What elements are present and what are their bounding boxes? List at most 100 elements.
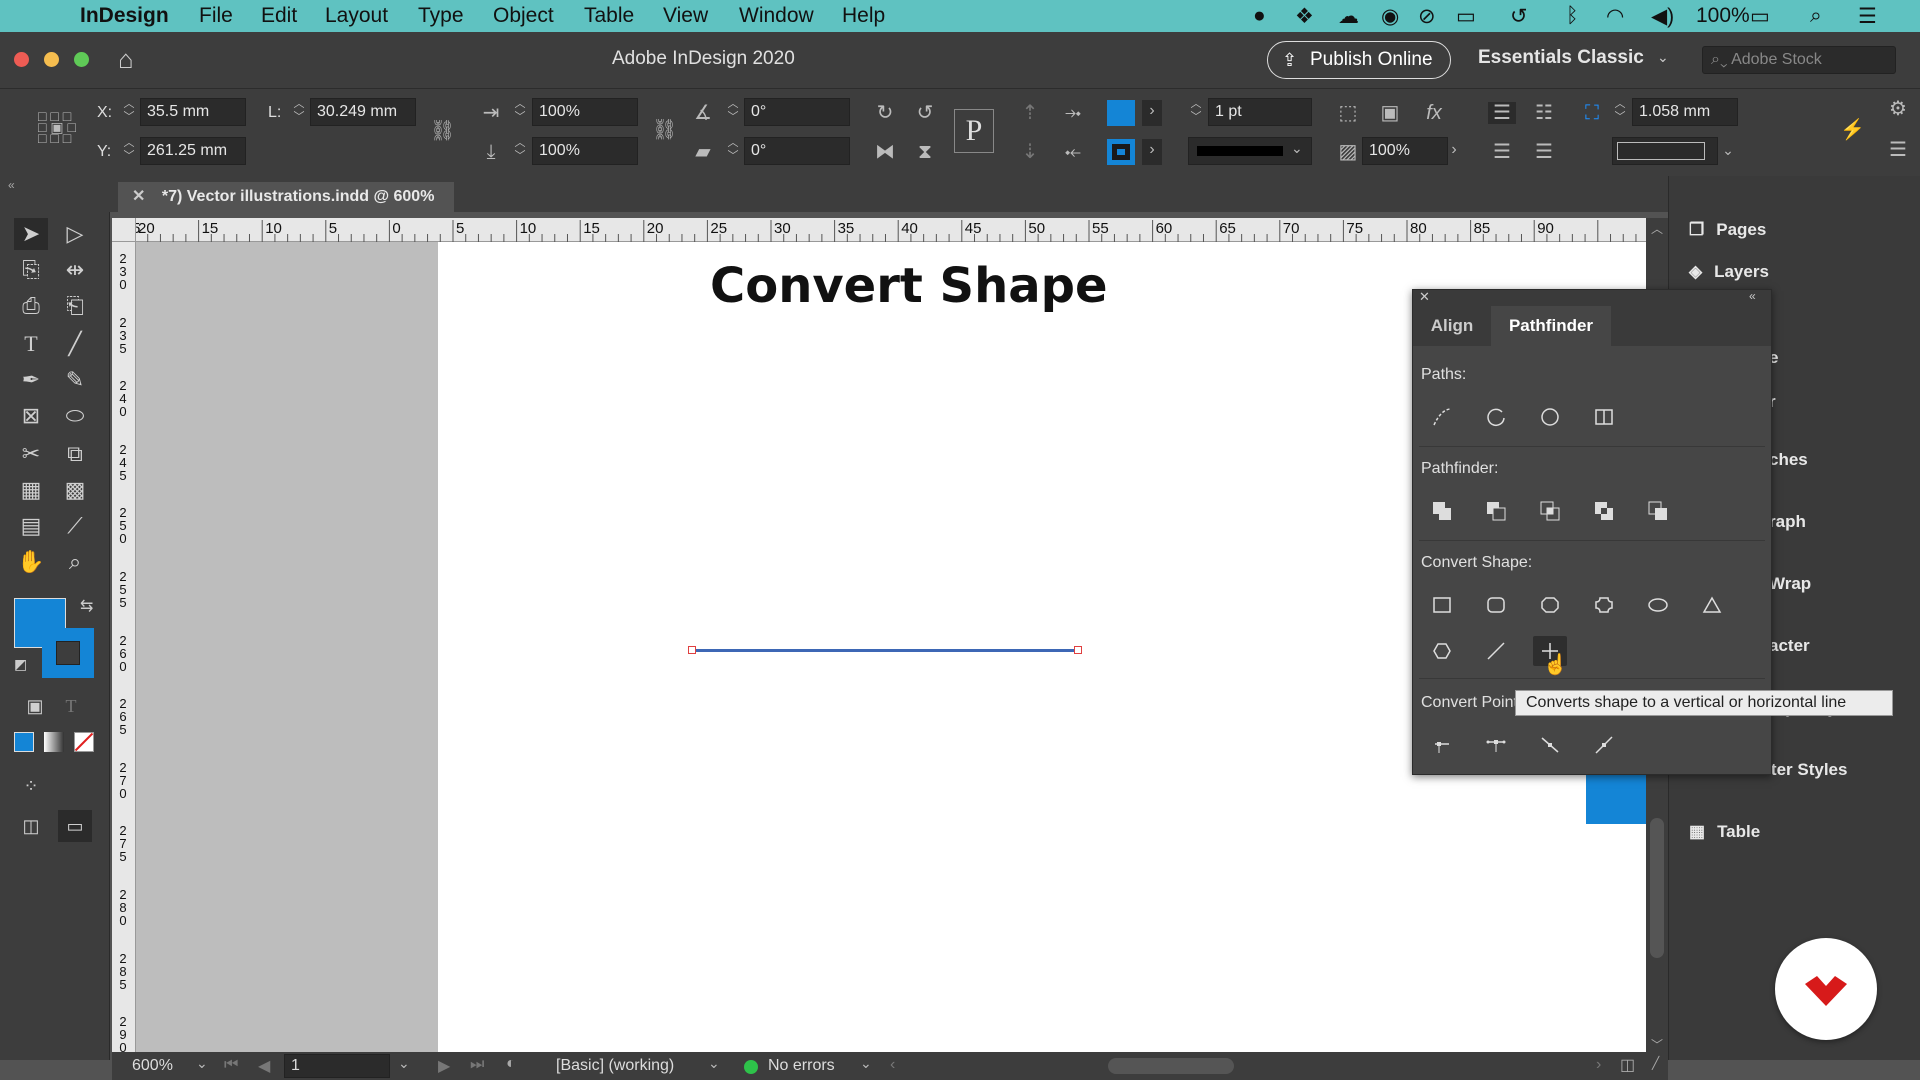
workspace-switcher[interactable]: Essentials Classic — [1478, 47, 1644, 69]
note-tool-icon[interactable]: ▤ — [14, 510, 48, 542]
scale-x-field[interactable]: 100% — [532, 98, 638, 126]
flip-horizontal-icon[interactable]: ⧓ — [872, 141, 898, 163]
constrain-proportions-icon[interactable]: ⛓ — [430, 120, 455, 142]
wifi-icon[interactable]: ◠ — [1606, 4, 1624, 29]
adobe-stock-search[interactable]: ⌕⌄ Adobe Stock — [1702, 46, 1896, 74]
scrollbar-thumb[interactable] — [1650, 818, 1664, 958]
scroll-down-icon[interactable]: ﹀ — [1651, 1036, 1663, 1053]
convert-to-ellipse-icon[interactable] — [1641, 590, 1675, 620]
add-shapes-icon[interactable] — [1425, 496, 1459, 526]
text-wrap-bounding-icon[interactable]: ☷ — [1530, 102, 1558, 124]
chevron-down-icon[interactable]: ⌄ — [708, 1055, 720, 1072]
page-tool-icon[interactable]: ⎘ — [14, 254, 48, 286]
smooth-point-icon[interactable] — [1533, 730, 1567, 760]
panel-layers[interactable]: ◈ Layers — [1689, 252, 1769, 292]
ruler-origin[interactable] — [112, 218, 136, 242]
selection-tool-icon[interactable]: ➤ — [14, 218, 48, 250]
close-path-icon[interactable] — [1533, 402, 1567, 432]
menu-layout[interactable]: Layout — [325, 4, 388, 28]
chevron-down-icon[interactable]: ⌄ — [398, 1055, 410, 1072]
corner-point-icon[interactable] — [1479, 730, 1513, 760]
split-window-icon[interactable]: ◫ — [1620, 1055, 1635, 1075]
convert-to-rectangle-icon[interactable] — [1425, 590, 1459, 620]
close-panel-icon[interactable]: ✕ — [1419, 289, 1430, 305]
apply-color-icon[interactable] — [14, 732, 34, 752]
frame-fitting-icon[interactable]: ⛶ — [1580, 102, 1604, 124]
rotation-field[interactable]: 0° — [744, 98, 850, 126]
preflight-profile[interactable]: [Basic] (working) — [556, 1057, 674, 1075]
convert-to-line-icon[interactable] — [1479, 636, 1513, 666]
l-stepper[interactable]: ︿ ﹀ — [291, 98, 307, 126]
text-wrap-none-icon[interactable]: ☰ — [1488, 102, 1516, 124]
select-next-object-icon[interactable]: ⤝ — [1058, 141, 1088, 163]
gradient-feather-tool-icon[interactable]: ▩ — [58, 474, 92, 506]
shear-stepper[interactable]: ︿ ﹀ — [725, 137, 741, 165]
panel-table[interactable]: ▦ Table — [1689, 812, 1760, 852]
menu-view[interactable]: View — [663, 4, 708, 28]
close-window-button[interactable] — [14, 52, 29, 67]
stroke-weight-stepper[interactable]: ︿ ﹀ — [1188, 98, 1204, 126]
fill-swatch[interactable] — [1107, 100, 1135, 126]
fill-menu-chevron-icon[interactable]: › — [1142, 100, 1162, 126]
default-fill-stroke-icon[interactable]: ◩ — [14, 656, 27, 673]
zoom-window-button[interactable] — [74, 52, 89, 67]
apply-gradient-icon[interactable] — [44, 732, 64, 752]
zoom-tool-icon[interactable]: ⌕ — [58, 546, 92, 578]
y-field[interactable]: 261.25 mm — [140, 137, 246, 165]
first-page-icon[interactable]: ⏮ — [224, 1056, 238, 1074]
scroll-right-icon[interactable]: › — [1596, 1056, 1601, 1074]
line-tool-icon[interactable]: ╱ — [58, 328, 92, 360]
preflight-errors[interactable]: No errors — [768, 1057, 835, 1075]
scale-y-field[interactable]: 100% — [532, 137, 638, 165]
menu-table[interactable]: Table — [584, 4, 634, 28]
help-chat-button[interactable] — [1775, 938, 1877, 1040]
auto-fit-icon[interactable]: ⬚ — [1336, 102, 1360, 124]
scale-y-stepper[interactable]: ︿ ﹀ — [512, 137, 528, 165]
subtract-shapes-icon[interactable] — [1479, 496, 1513, 526]
minus-back-icon[interactable] — [1641, 496, 1675, 526]
menu-type[interactable]: Type — [418, 4, 464, 28]
stroke-weight-field[interactable]: 1 pt — [1208, 98, 1312, 126]
rotate-clockwise-icon[interactable]: ↻ — [872, 102, 898, 124]
scale-x-stepper[interactable]: ︿ ﹀ — [512, 98, 528, 126]
exclude-overlap-icon[interactable] — [1587, 496, 1621, 526]
panel-text-wrap-partial[interactable]: Wrap — [1769, 564, 1811, 604]
notification-center-icon[interactable]: ☰ — [1858, 4, 1877, 29]
resize-grip-icon[interactable]: ╱ — [1652, 1056, 1659, 1070]
rotate-counterclockwise-icon[interactable]: ↺ — [912, 102, 938, 124]
menu-window[interactable]: Window — [739, 4, 814, 28]
shear-field[interactable]: 0° — [744, 137, 850, 165]
time-machine-icon[interactable]: ↺ — [1510, 4, 1528, 29]
eyedropper-tool-icon[interactable]: ⟋ — [58, 510, 92, 542]
airplay-icon[interactable]: ▭ — [1456, 4, 1476, 29]
type-tool-icon[interactable]: T — [14, 328, 48, 360]
pencil-tool-icon[interactable]: ✎ — [58, 364, 92, 396]
formatting-container-icon[interactable]: ▣ — [18, 690, 52, 722]
panel-character-partial[interactable]: acter — [1769, 626, 1810, 666]
object-style-dropdown[interactable] — [1612, 137, 1718, 165]
stroke-menu-chevron-icon[interactable]: › — [1142, 139, 1162, 165]
reference-point-icon[interactable]: □ □ □ □ ▣ □ □ □ □ — [38, 109, 84, 155]
constrain-scale-icon[interactable]: ⛓ — [652, 119, 677, 141]
chevron-down-icon[interactable]: ⌄ — [860, 1055, 872, 1072]
publish-online-button[interactable]: ⇪ Publish Online — [1267, 41, 1451, 79]
stroke-type-dropdown[interactable]: ⌄ — [1188, 137, 1312, 165]
chevron-down-icon[interactable]: ⌄ — [1657, 49, 1669, 66]
opacity-field[interactable]: 100% — [1362, 137, 1448, 165]
chevron-down-icon[interactable]: ⌄ — [1718, 139, 1738, 161]
document-tab[interactable]: ✕ *7) Vector illustrations.indd @ 600% — [118, 182, 454, 212]
close-tab-icon[interactable]: ✕ — [118, 188, 145, 205]
volume-icon[interactable]: ◀) — [1651, 4, 1674, 29]
gradient-swatch-tool-icon[interactable]: ▦ — [14, 474, 48, 506]
tab-align[interactable]: Align — [1413, 306, 1491, 346]
x-stepper[interactable]: ︿ ﹀ — [121, 98, 137, 126]
convert-to-rounded-rectangle-icon[interactable] — [1479, 590, 1513, 620]
collapse-panel-icon[interactable]: « — [1749, 289, 1756, 303]
screen-mode-icon[interactable]: ▭ — [58, 810, 92, 842]
previous-page-icon[interactable]: ◀ — [258, 1056, 270, 1076]
convert-to-triangle-icon[interactable] — [1695, 590, 1729, 620]
selected-line[interactable] — [693, 649, 1078, 652]
direct-selection-tool-icon[interactable]: ▷ — [58, 218, 92, 250]
horizontal-ruler[interactable]: 5 20 15 10 5 0 5 10 15 20 25 30 35 40 45 50 55 60 65 70 75 80… — [112, 218, 1646, 242]
open-page-icon[interactable]: ◐ — [506, 1055, 516, 1073]
